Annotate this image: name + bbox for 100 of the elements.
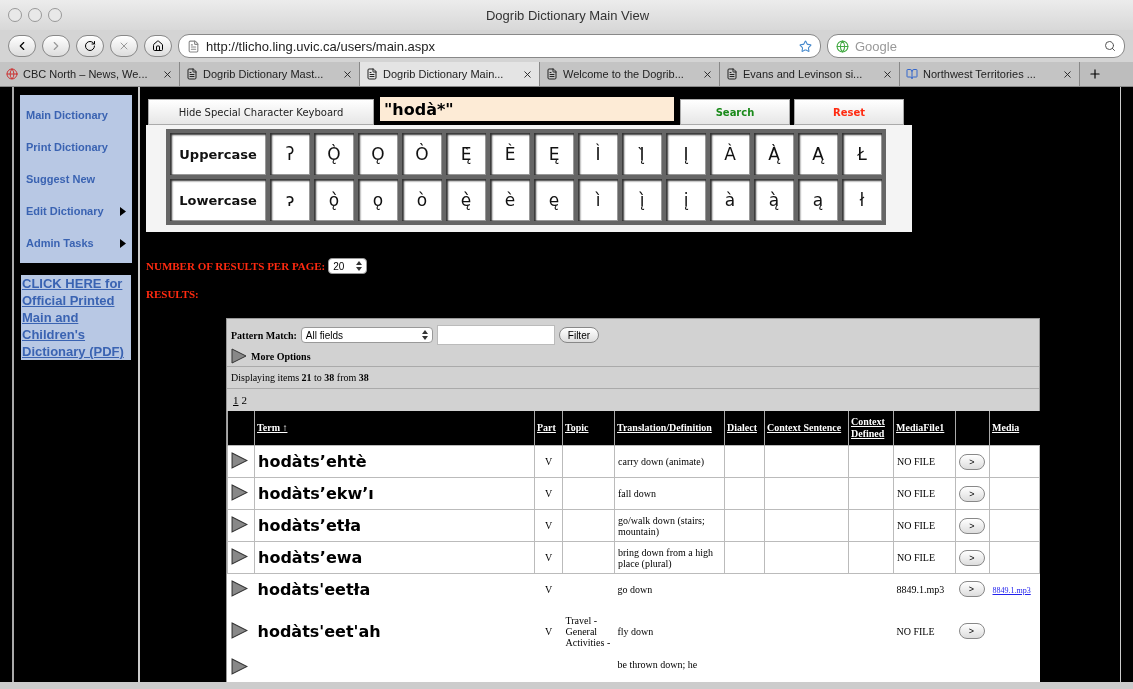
character-key[interactable]: Ǫ̀ [314,133,354,175]
character-key[interactable]: È [490,133,530,175]
character-key[interactable]: Ą [798,133,838,175]
results-label: RESULTS: [146,288,200,300]
play-triangle-icon[interactable] [231,548,248,565]
character-key[interactable]: Ę̀ [446,133,486,175]
close-icon[interactable] [342,68,353,80]
close-icon[interactable] [522,68,533,80]
close-icon[interactable] [702,68,713,80]
reload-button[interactable] [76,35,104,57]
browser-tab[interactable]: Dogrib Dictionary Main... [360,62,540,86]
forward-button[interactable] [42,35,70,57]
term-cell: hodàts'eetła [254,573,535,604]
browser-tab[interactable]: Evans and Levinson si... [720,62,900,86]
play-triangle-icon[interactable] [230,579,248,597]
sidebar-item[interactable]: Admin Tasks [20,227,132,259]
case-label: Uppercase [170,133,266,175]
filter-input[interactable] [436,325,555,345]
play-button[interactable]: > [959,485,985,502]
column-header[interactable]: Translation/Definition [614,411,725,446]
close-icon[interactable] [162,68,173,80]
back-button[interactable] [8,35,36,57]
search-button[interactable]: Search [680,99,790,125]
search-engine-icon[interactable] [836,39,849,53]
play-triangle-icon[interactable] [230,658,248,675]
browser-tab[interactable]: CBC North – News, We... [0,62,180,86]
character-key[interactable]: Ę [534,133,574,175]
home-icon [152,40,164,52]
part-cell: V [534,604,563,658]
character-key[interactable]: Į̀ [622,133,662,175]
close-icon[interactable] [1062,68,1073,80]
page-link[interactable]: 1 [233,394,239,406]
translation-cell: carry down (animate) [614,445,725,478]
media-file-cell: 8849.1.mp3 [893,573,956,604]
close-icon[interactable] [882,68,893,80]
character-key[interactable]: ʔ [270,133,310,175]
browser-tab[interactable]: Welcome to the Dogrib... [540,62,720,86]
character-key[interactable]: Į [666,133,706,175]
character-key[interactable]: ɂ [270,179,310,221]
media-link[interactable]: 8849.1.mp3 [992,585,1031,595]
play-button[interactable]: > [958,623,985,639]
character-key[interactable]: ą [798,179,838,221]
column-header[interactable]: Part [534,411,563,446]
character-key[interactable]: ł [842,179,882,221]
more-options-link[interactable]: More Options [251,350,311,362]
home-button[interactable] [144,35,172,57]
play-triangle-icon[interactable] [231,516,248,533]
character-key[interactable]: à [710,179,750,221]
search-icon[interactable] [1104,40,1116,52]
column-header[interactable]: Dialect [724,411,765,446]
character-key[interactable]: Ą̀ [754,133,794,175]
column-header[interactable]: Context Sentence [764,411,849,446]
column-header[interactable]: MediaFile1 [893,411,956,446]
character-key[interactable]: ę [534,179,574,221]
character-key[interactable]: ę̀ [446,179,486,221]
search-input[interactable]: "hodà*" [378,95,676,123]
play-button[interactable]: > [958,581,985,597]
translation-cell: fly down [614,604,725,658]
browser-tab[interactable]: Dogrib Dictionary Mast... [180,62,360,86]
character-key[interactable]: è [490,179,530,221]
character-key[interactable]: ǫ̀ [314,179,354,221]
character-key[interactable]: ą̀ [754,179,794,221]
keyboard-toggle-button[interactable]: Hide Special Character Keyboard [148,99,374,125]
filter-button[interactable]: Filter [558,327,600,343]
term-cell: hodàts'eet'ah [254,604,535,658]
character-key[interactable]: Ì [578,133,618,175]
media-file-cell: NO FILE [893,445,956,478]
character-key[interactable]: ò [402,179,442,221]
results-per-page-select[interactable]: 20 [328,258,368,274]
translation-cell: go down [614,573,725,604]
page-link[interactable]: 2 [241,394,247,406]
play-triangle-icon[interactable] [231,348,247,364]
pattern-select[interactable]: All fields [300,327,433,343]
column-header[interactable]: Topic [562,411,615,446]
select-arrows-icon [356,261,363,271]
character-key[interactable]: ì [578,179,618,221]
browser-tab[interactable]: Northwest Territories ... [900,62,1080,86]
play-button[interactable]: > [959,453,985,470]
new-tab-icon[interactable] [1088,67,1102,81]
character-key[interactable]: į [666,179,706,221]
character-key[interactable]: Ò [402,133,442,175]
play-triangle-icon[interactable] [231,484,248,501]
play-triangle-icon[interactable] [231,452,248,469]
character-key[interactable]: Ǫ [358,133,398,175]
address-bar[interactable]: http://tlicho.ling.uvic.ca/users/main.aspx [178,34,821,58]
column-header[interactable]: Term ↑ [254,411,535,446]
play-button[interactable]: > [959,517,985,534]
bookmark-star-icon[interactable] [799,39,812,53]
term-cell: hodàts’ewa [254,541,535,574]
character-key[interactable]: À [710,133,750,175]
sidebar-item[interactable]: Suggest New [20,163,132,195]
displaying-text: Displaying items 21 to 38 from 38 [227,367,1039,389]
play-button[interactable]: > [959,549,985,566]
character-key[interactable]: ǫ [358,179,398,221]
play-triangle-icon[interactable] [230,621,248,639]
column-header[interactable]: Context Defined [848,411,894,446]
character-key[interactable]: Ł [842,133,882,175]
character-key[interactable]: į̀ [622,179,662,221]
column-header[interactable]: Media [989,411,1040,446]
stop-button[interactable] [110,35,138,57]
